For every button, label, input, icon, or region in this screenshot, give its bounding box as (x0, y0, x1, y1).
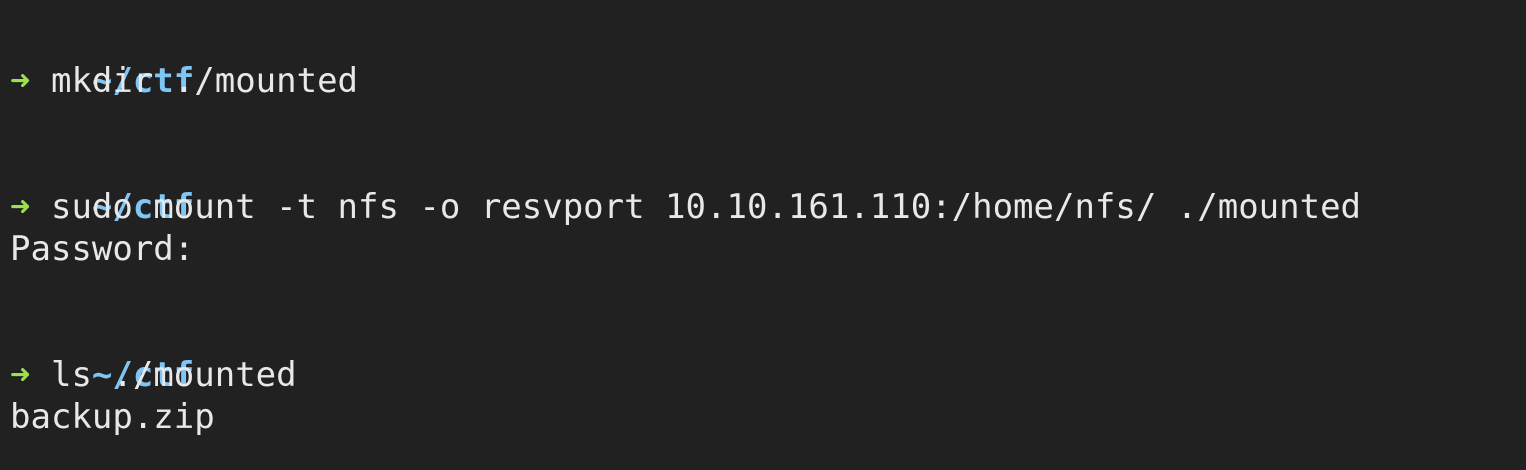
command-output: Password: (10, 229, 195, 269)
prompt-arrow-icon: ➜ (10, 61, 31, 101)
command-line: ➜ mkdir ./mounted (10, 60, 1526, 102)
command-text: ls ./mounted (50, 355, 297, 395)
prompt-cwd-line: ~/ctf (10, 144, 1526, 227)
command-line: ➜ ls ./mounted (10, 354, 1526, 396)
terminal-window[interactable]: ~/ctf ➜ mkdir ./mounted ~/ctf ➜ sudo mou… (0, 0, 1526, 470)
prompt-cwd-line: ~/ctf (10, 312, 1526, 395)
prompt-arrow-icon: ➜ (10, 187, 31, 227)
command-text: mkdir ./mounted (50, 61, 359, 101)
prompt-arrow-icon: ➜ (10, 355, 31, 395)
command-line: ➜ sudo mount -t nfs -o resvport 10.10.16… (10, 186, 1526, 228)
prompt-cwd-line: ~/ctf (10, 18, 1526, 101)
command-output: backup.zip (10, 397, 215, 437)
command-text: sudo mount -t nfs -o resvport 10.10.161.… (50, 187, 1362, 227)
